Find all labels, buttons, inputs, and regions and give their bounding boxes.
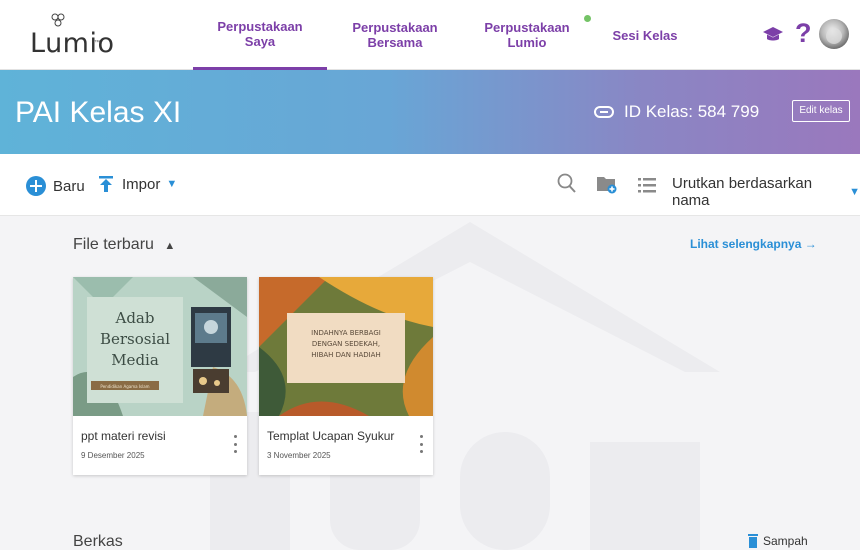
tab-shared-library[interactable]: Perpustakaan Bersama [335, 0, 455, 70]
sort-dropdown-label: Urutkan berdasarkan nama [672, 175, 813, 209]
thumbnail-title-line: Adab [115, 309, 155, 327]
edit-class-button[interactable]: Edit kelas [792, 100, 850, 122]
class-id: ID Kelas: 584 799 [594, 102, 759, 122]
new-button[interactable]: Baru [25, 175, 85, 197]
tab-label: Perpustakaan Bersama [352, 20, 438, 50]
file-thumbnail: Adab Bersosial Media Pendidikan Agama Is… [73, 277, 247, 416]
file-thumbnail: INDAHNYA BERBAGI DENGAN SEDEKAH, HIBAH D… [259, 277, 433, 416]
file-name: Templat Ucapan Syukur [267, 429, 395, 443]
thumbnail-title-line: Media [111, 351, 159, 369]
tab-my-library[interactable]: Perpustakaan Saya [193, 0, 327, 70]
list-view-icon[interactable] [638, 177, 656, 193]
chevron-down-icon: ▼ [849, 186, 860, 198]
file-card[interactable]: INDAHNYA BERBAGI DENGAN SEDEKAH, HIBAH D… [259, 277, 433, 475]
tab-label: Perpustakaan Saya [217, 18, 303, 49]
class-banner: PAI Kelas XI ID Kelas: 584 799 Edit kela… [0, 70, 860, 154]
logo-text: Lumio [30, 28, 115, 59]
help-icon[interactable]: ? [795, 18, 812, 49]
class-id-label: ID Kelas: 584 799 [624, 102, 760, 121]
sort-dropdown[interactable]: Urutkan berdasarkan nama ▼ [672, 175, 860, 209]
lumio-logo[interactable]: Lumio ™ [30, 10, 114, 60]
trademark-mark: ™ [94, 40, 100, 46]
more-options-icon[interactable] [417, 435, 425, 453]
thumbnail-title-line: HIBAH DAN HADIAH [311, 351, 380, 359]
tab-lumio-library[interactable]: Perpustakaan Lumio [468, 0, 586, 70]
more-options-icon[interactable] [231, 435, 239, 453]
tab-label: Perpustakaan Lumio [484, 20, 570, 50]
tab-class-session[interactable]: Sesi Kelas [600, 0, 690, 70]
trash-icon [748, 534, 758, 548]
thumbnail-subtitle: Pendidikan Agama Islam [100, 384, 149, 389]
link-icon [594, 106, 614, 118]
new-folder-icon[interactable] [596, 174, 618, 194]
toolbar: Baru Impor ▼ Urutkan berdasarkan nama ▼ [0, 154, 860, 216]
graduation-cap-icon[interactable] [762, 26, 784, 44]
plus-circle-icon [26, 176, 46, 196]
search-icon[interactable] [557, 173, 577, 195]
recent-files-header[interactable]: File terbaru ▲ [73, 236, 175, 254]
chevron-up-icon: ▲ [164, 240, 176, 252]
lumio-logo-mark-icon [51, 13, 65, 27]
new-button-label: Baru [53, 177, 85, 195]
file-card[interactable]: Adab Bersosial Media Pendidikan Agama Is… [73, 277, 247, 475]
file-date: 3 November 2025 [267, 451, 331, 460]
chevron-down-icon: ▼ [166, 178, 178, 190]
thumbnail-title-line: Bersosial [100, 330, 170, 348]
see-more-link[interactable]: Lihat selengkapnya → [690, 237, 817, 251]
page-title: PAI Kelas XI [15, 96, 182, 129]
thumbnail-title-line: INDAHNYA BERBAGI [311, 329, 381, 337]
trash-label: Sampah [763, 534, 808, 548]
import-button[interactable]: Impor ▼ [98, 175, 177, 193]
files-section-title: Berkas [73, 533, 123, 550]
status-dot [584, 15, 591, 22]
thumbnail-title-line: DENGAN SEDEKAH, [312, 340, 380, 348]
import-button-label: Impor [122, 175, 161, 193]
user-avatar[interactable] [818, 18, 850, 50]
top-navigation: Lumio ™ Perpustakaan Saya Perpustakaan B… [0, 0, 860, 70]
trash-button[interactable]: Sampah [748, 534, 808, 548]
upload-icon [99, 176, 113, 192]
tab-label: Sesi Kelas [612, 27, 678, 43]
file-date: 9 Desember 2025 [81, 451, 145, 460]
recent-files-title: File terbaru [73, 236, 154, 253]
file-name: ppt materi revisi [81, 429, 166, 443]
